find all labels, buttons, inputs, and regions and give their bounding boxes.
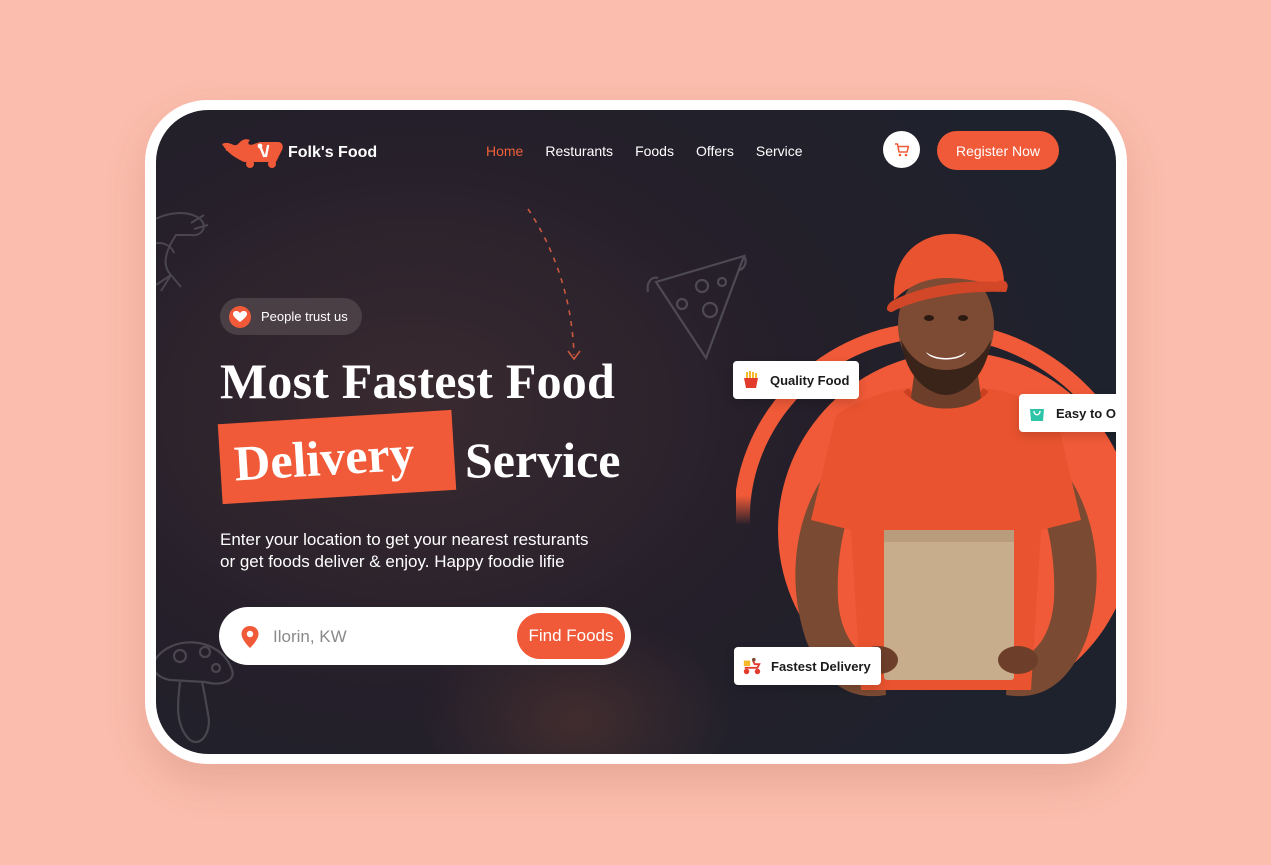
quality-food-label: Quality Food [770,372,850,388]
heart-icon [229,305,251,328]
location-search: Find Foods [220,608,630,664]
trust-label: People trust us [261,309,348,324]
chicken-leg-doodle-icon [156,212,209,292]
cart-icon [894,142,909,156]
device-frame: Folk's Food Home Resturants Foods Offers… [145,100,1127,764]
register-now-button[interactable]: Register Now [937,131,1059,170]
landing-page: Folk's Food Home Resturants Foods Offers… [156,110,1116,754]
delivery-person-image [795,233,1097,697]
dashed-arrow-icon [527,208,581,361]
hero-title-service: Service [465,432,621,488]
fries-icon [741,370,761,390]
flame-cart-logo-icon [222,139,283,168]
nav-item-resturants[interactable]: Resturants [545,143,613,159]
hero-title-line1: Most Fastest Food [220,353,616,409]
easy-to-order-tag: Easy to Ord [1019,394,1116,432]
hero-description: Enter your location to get your nearest … [220,529,620,573]
hero-description-line1: Enter your location to get your nearest … [220,530,589,549]
hero-title-highlight: Delivery [232,424,417,492]
easy-to-order-label: Easy to Ord [1056,405,1116,421]
fastest-delivery-label: Fastest Delivery [771,658,871,674]
cart-button[interactable] [883,131,920,168]
quality-food-tag: Quality Food [733,361,860,399]
main-nav: Home Resturants Foods Offers Service [486,143,803,159]
location-pin-icon [241,626,259,648]
nav-item-service[interactable]: Service [756,143,803,159]
brand-name: Folk's Food [288,144,378,161]
brand-logo[interactable]: Folk's Food [220,136,377,170]
fastest-delivery-tag: Fastest Delivery [734,647,881,685]
scooter-icon [742,656,762,676]
find-foods-button[interactable]: Find Foods [517,613,625,659]
hero-description-line2: or get foods deliver & enjoy. Happy food… [220,552,565,571]
location-input[interactable] [273,623,503,651]
nav-item-home[interactable]: Home [486,143,523,159]
nav-item-foods[interactable]: Foods [635,143,674,159]
trust-badge: People trust us [220,298,362,335]
shopping-bag-icon [1027,403,1047,423]
hero-title-line2: Delivery Service [217,409,650,505]
nav-item-offers[interactable]: Offers [696,143,734,159]
